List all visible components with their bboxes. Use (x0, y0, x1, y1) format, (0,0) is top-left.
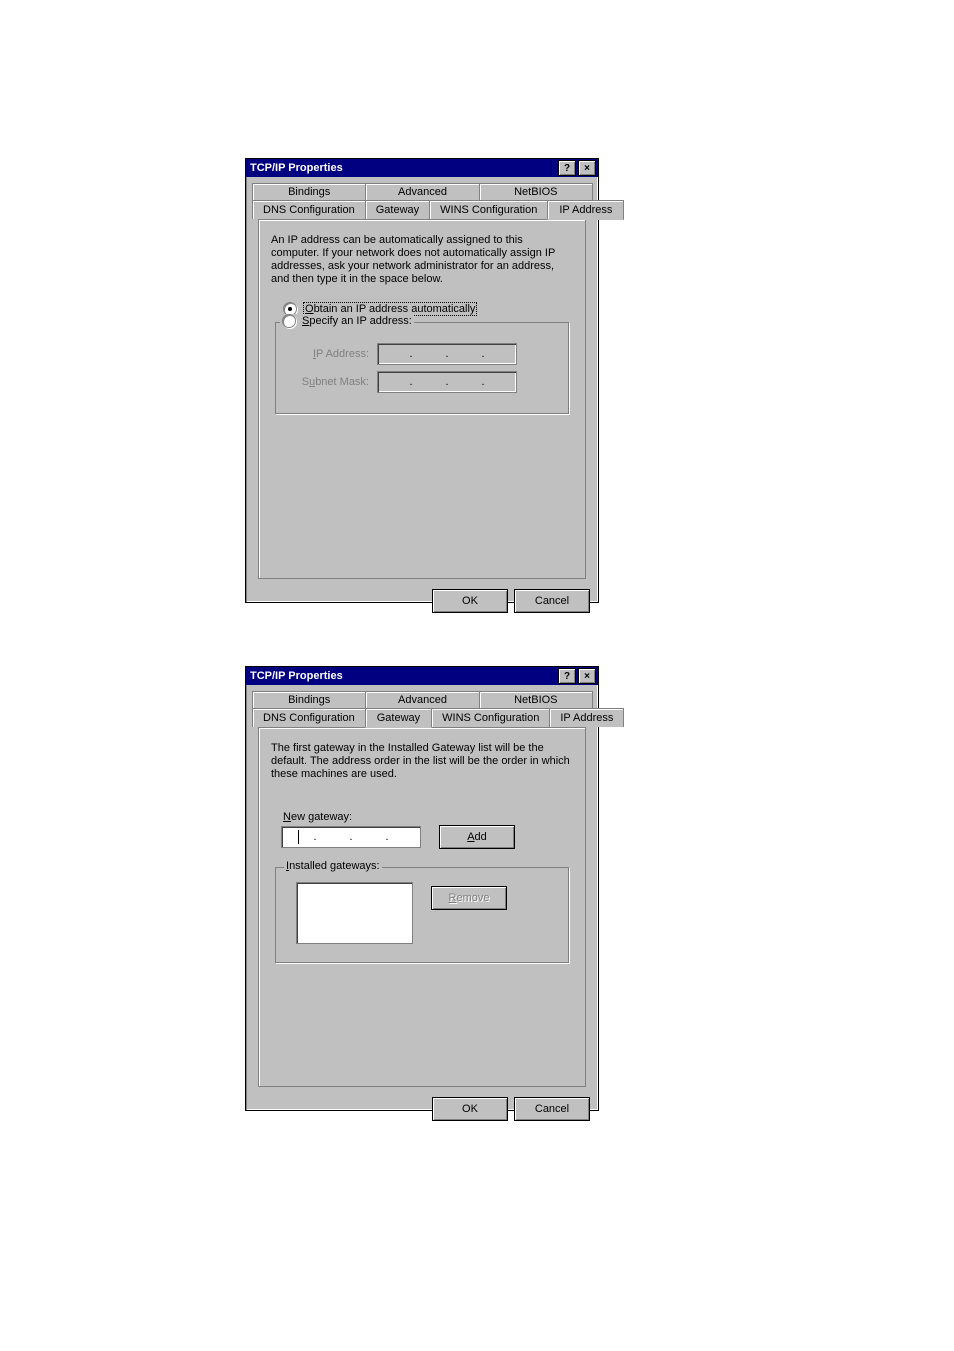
ok-button[interactable]: OK (432, 589, 508, 613)
cancel-button[interactable]: Cancel (514, 1097, 590, 1121)
ok-button[interactable]: OK (432, 1097, 508, 1121)
tcpip-properties-dialog-ip: TCP/IP Properties ? × Bindings Advanced … (245, 158, 599, 603)
new-gateway-input[interactable]: ... (281, 826, 421, 848)
tab-netbios[interactable]: NetBIOS (479, 183, 593, 200)
tab-dns-configuration[interactable]: DNS Configuration (252, 708, 366, 727)
tab-strip: Bindings Advanced NetBIOS DNS Configurat… (252, 183, 592, 579)
window-title: TCP/IP Properties (248, 162, 556, 174)
ip-address-label: IP Address: (284, 348, 369, 360)
close-button[interactable]: × (578, 160, 596, 176)
subnet-mask-input[interactable]: ... (377, 371, 517, 393)
titlebar[interactable]: TCP/IP Properties ? × (246, 667, 598, 685)
close-icon: × (584, 163, 590, 174)
tab-ip-address[interactable]: IP Address (547, 200, 624, 220)
tcpip-properties-dialog-gateway: TCP/IP Properties ? × Bindings Advanced … (245, 666, 599, 1111)
tab-panel-gateway: The first gateway in the Installed Gatew… (258, 727, 586, 1087)
ip-description: An IP address can be automatically assig… (271, 234, 573, 286)
remove-button[interactable]: Remove (431, 886, 507, 910)
specify-group: Specify an IP address: IP Address: ... S… (275, 322, 569, 414)
help-button[interactable]: ? (558, 668, 576, 684)
close-button[interactable]: × (578, 668, 596, 684)
close-icon: × (584, 671, 590, 682)
ip-address-input[interactable]: ... (377, 343, 517, 365)
tab-ip-address[interactable]: IP Address (549, 708, 624, 727)
new-gateway-label: New gateway: (283, 811, 575, 823)
installed-gateways-list[interactable] (296, 882, 413, 944)
tab-advanced[interactable]: Advanced (365, 691, 479, 708)
tab-dns-configuration[interactable]: DNS Configuration (252, 200, 366, 219)
help-icon: ? (564, 671, 570, 682)
tab-gateway[interactable]: Gateway (365, 200, 430, 219)
dialog-buttons: OK Cancel (246, 1093, 598, 1129)
installed-gateways-label: Installed gateways: (284, 860, 382, 872)
add-button[interactable]: Add (439, 825, 515, 849)
tab-bindings[interactable]: Bindings (252, 691, 366, 708)
tab-bindings[interactable]: Bindings (252, 183, 366, 200)
tab-wins-configuration[interactable]: WINS Configuration (431, 708, 550, 727)
radio-icon (282, 314, 296, 328)
help-icon: ? (564, 163, 570, 174)
radio-specify-label: Specify an IP address: (302, 315, 412, 327)
dialog-buttons: OK Cancel (246, 585, 598, 621)
help-button[interactable]: ? (558, 160, 576, 176)
installed-gateways-group: Installed gateways: Remove (275, 867, 569, 963)
gateway-description: The first gateway in the Installed Gatew… (271, 742, 573, 781)
cancel-button[interactable]: Cancel (514, 589, 590, 613)
titlebar[interactable]: TCP/IP Properties ? × (246, 159, 598, 177)
tab-netbios[interactable]: NetBIOS (479, 691, 593, 708)
tab-strip: Bindings Advanced NetBIOS DNS Configurat… (252, 691, 592, 1087)
tab-wins-configuration[interactable]: WINS Configuration (429, 200, 548, 219)
radio-specify[interactable]: Specify an IP address: (280, 314, 414, 328)
window-title: TCP/IP Properties (248, 670, 556, 682)
tab-panel-ip: An IP address can be automatically assig… (258, 219, 586, 579)
tab-advanced[interactable]: Advanced (365, 183, 479, 200)
tab-gateway[interactable]: Gateway (365, 708, 432, 728)
subnet-mask-label: Subnet Mask: (284, 376, 369, 388)
